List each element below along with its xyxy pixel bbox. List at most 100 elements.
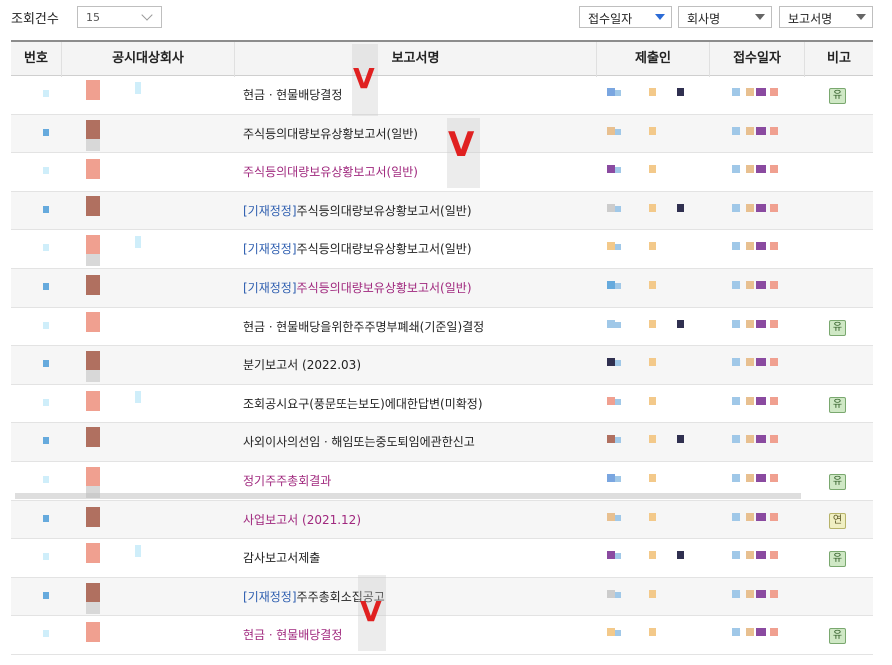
- row-number-cell: [11, 385, 62, 423]
- redacted-pixel: [615, 244, 621, 251]
- table-row[interactable]: 주식등의대량보유상황보고서(일반): [11, 114, 873, 154]
- submitter-cell[interactable]: [597, 115, 710, 153]
- submitter-cell[interactable]: [597, 539, 710, 577]
- redacted-pixel: [756, 242, 766, 251]
- redacted-pixel: [756, 88, 766, 96]
- submitter-cell[interactable]: [597, 346, 710, 384]
- note-badge[interactable]: 유: [829, 396, 846, 413]
- submitter-cell[interactable]: [597, 501, 710, 539]
- submitter-cell[interactable]: [597, 616, 710, 654]
- sort-receipt-date-select[interactable]: 접수일자: [579, 6, 672, 28]
- company-cell[interactable]: [62, 308, 235, 346]
- redacted-pixel: [746, 551, 754, 560]
- company-cell[interactable]: [62, 385, 235, 423]
- row-number-cell: [11, 269, 62, 307]
- company-cell[interactable]: [62, 153, 235, 191]
- report-title-link[interactable]: 주식등의대량보유상황보고서(일반): [235, 153, 597, 191]
- company-cell[interactable]: [62, 76, 235, 114]
- note-badge[interactable]: 유: [829, 551, 846, 568]
- redacted-pixel: [732, 512, 740, 521]
- report-title-link[interactable]: 현금ㆍ현물배당결정: [235, 616, 597, 654]
- submitter-cell[interactable]: [597, 230, 710, 268]
- correction-prefix: [기재정정]: [243, 242, 297, 257]
- redacted-pixel: [756, 165, 766, 174]
- company-cell[interactable]: [62, 269, 235, 307]
- company-cell[interactable]: [62, 539, 235, 577]
- table-row[interactable]: [기재정정]주식등의대량보유상황보고서(일반): [11, 269, 873, 308]
- redacted-pixel: [615, 283, 621, 289]
- company-cell[interactable]: [62, 578, 235, 616]
- company-cell[interactable]: [62, 501, 235, 539]
- report-title-link[interactable]: 현금ㆍ현물배당을위한주주명부폐쇄(기준일)결정: [235, 308, 597, 346]
- table-row[interactable]: 사외이사의선임ㆍ해임또는중도퇴임에관한신고: [11, 423, 873, 462]
- report-title-link[interactable]: 주식등의대량보유상황보고서(일반): [235, 115, 597, 153]
- redacted-pixel: [86, 506, 100, 527]
- redacted-pixel: [86, 195, 100, 216]
- report-title-link[interactable]: 사업보고서 (2021.12): [235, 501, 597, 539]
- report-title-link[interactable]: [기재정정]주식등의대량보유상황보고서(일반): [235, 269, 597, 307]
- submitter-cell[interactable]: [597, 578, 710, 616]
- company-cell[interactable]: [62, 192, 235, 230]
- report-title-link[interactable]: 조회공시요구(풍문또는보도)에대한답변(미확정): [235, 385, 597, 423]
- submitter-cell[interactable]: [597, 423, 710, 461]
- report-title-link[interactable]: [기재정정]주주총회소집공고: [235, 578, 597, 616]
- table-row[interactable]: 현금ㆍ현물배당결정 유: [11, 76, 873, 115]
- table-row[interactable]: 분기보고서 (2022.03): [11, 346, 873, 385]
- redacted-pixel: [607, 242, 615, 251]
- receipt-date-cell: [710, 423, 805, 461]
- submitter-cell[interactable]: [597, 269, 710, 307]
- report-title-link[interactable]: [기재정정]주식등의대량보유상황보고서(일반): [235, 230, 597, 268]
- table-row[interactable]: 현금ㆍ현물배당을위한주주명부폐쇄(기준일)결정 유: [11, 308, 873, 347]
- report-title-link[interactable]: 현금ㆍ현물배당결정: [235, 76, 597, 114]
- toolbar: 조회건수 15 접수일자 회사명 보고서명: [0, 0, 892, 36]
- redacted-pixel: [770, 203, 778, 212]
- table-row[interactable]: 사업보고서 (2021.12) 연: [11, 500, 873, 540]
- report-title-link[interactable]: 분기보고서 (2022.03): [235, 346, 597, 384]
- redacted-pixel: [135, 236, 141, 249]
- submitter-cell[interactable]: [597, 76, 710, 114]
- note-badge[interactable]: 유: [829, 88, 846, 104]
- table-row[interactable]: 조회공시요구(풍문또는보도)에대한답변(미확정) 유: [11, 385, 873, 424]
- note-badge[interactable]: 유: [829, 628, 846, 645]
- redacted-pixel: [732, 396, 740, 405]
- redacted-pixel: [746, 88, 754, 96]
- company-cell[interactable]: [62, 616, 235, 654]
- report-title-text: 주식등의대량보유상황보고서(일반): [243, 165, 418, 180]
- company-cell[interactable]: [62, 346, 235, 384]
- submitter-cell[interactable]: [597, 153, 710, 191]
- report-title-link[interactable]: 감사보고서제출: [235, 539, 597, 577]
- receipt-date-cell: [710, 269, 805, 307]
- company-cell[interactable]: [62, 230, 235, 268]
- company-cell[interactable]: [62, 423, 235, 461]
- report-title-link[interactable]: [기재정정]주식등의대량보유상황보고서(일반): [235, 192, 597, 230]
- redacted-pixel: [756, 126, 766, 135]
- page-size-select[interactable]: 15: [77, 6, 162, 28]
- submitter-cell[interactable]: [597, 385, 710, 423]
- redacted-pixel: [615, 321, 621, 328]
- note-badge[interactable]: 유: [829, 319, 846, 336]
- table-row[interactable]: [기재정정]주식등의대량보유상황보고서(일반): [11, 191, 873, 231]
- redacted-pixel: [756, 474, 766, 482]
- note-badge[interactable]: 연: [829, 512, 846, 529]
- table-row[interactable]: [기재정정]주식등의대량보유상황보고서(일반): [11, 230, 873, 269]
- redacted-pixel: [756, 319, 766, 328]
- submitter-cell[interactable]: [597, 192, 710, 230]
- redacted-pixel: [649, 242, 656, 251]
- table-row[interactable]: 주식등의대량보유상황보고서(일반): [11, 153, 873, 192]
- sort-company-select[interactable]: 회사명: [678, 6, 772, 28]
- report-title-text: 주식등의대량보유상황보고서(일반): [243, 126, 418, 141]
- table-row[interactable]: 감사보고서제출 유: [11, 539, 873, 578]
- table-row[interactable]: [기재정정]주주총회소집공고: [11, 577, 873, 617]
- redacted-pixel: [649, 203, 656, 212]
- company-cell[interactable]: [62, 115, 235, 153]
- redacted-pixel: [770, 628, 778, 637]
- note-badge[interactable]: 유: [829, 474, 846, 490]
- report-title-text: 감사보고서제출: [243, 551, 321, 566]
- redacted-pixel: [615, 167, 621, 174]
- receipt-date-cell: [710, 346, 805, 384]
- sort-report-select[interactable]: 보고서명: [779, 6, 873, 28]
- submitter-cell[interactable]: [597, 308, 710, 346]
- table-row[interactable]: 현금ㆍ현물배당결정 유: [11, 616, 873, 655]
- report-title-link[interactable]: 사외이사의선임ㆍ해임또는중도퇴임에관한신고: [235, 423, 597, 461]
- sort-report-label: 보고서명: [788, 12, 833, 26]
